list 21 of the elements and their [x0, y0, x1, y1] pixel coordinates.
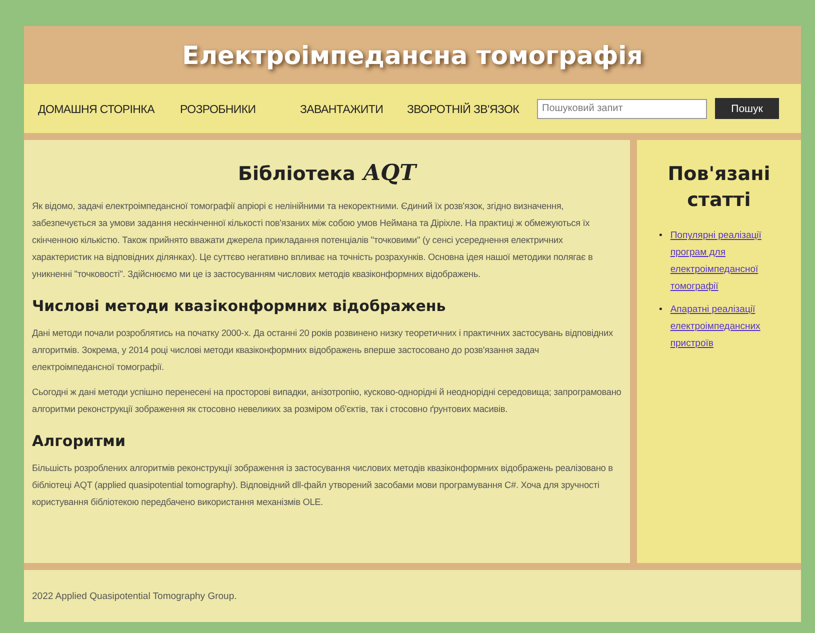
- logo-text: AQT: [363, 160, 416, 186]
- bullet-marker: •: [659, 229, 662, 244]
- paragraph: Більшість розроблених алгоритмів реконструкції зображення із застосування числових методів квазіконформних відображень реалізовано в бібліотеці AQT (applied quasipotential tomography). Відповідний dll-файл утворений засобами мови програмування C#. Хоча для зручності користування бібліотекою передбачено використання механізмів OLE.: [32, 462, 614, 509]
- footer-text: 2022 Applied Quasipotential Tomography Group.: [32, 590, 237, 602]
- nav-link[interactable]: ДОМАШНЯ СТОРІНКА: [38, 104, 154, 116]
- page-heading: Бібліотека: [238, 163, 356, 185]
- section-heading: Алгоритми: [32, 432, 126, 450]
- search-field[interactable]: Пошуковий запит: [537, 98, 707, 118]
- nav-link[interactable]: РОЗРОБНИКИ: [180, 104, 256, 116]
- article-link[interactable]: Апаратні реалізації електроімпедансних пристроїв: [670, 301, 793, 352]
- site-title: Електроімпедансна томографія: [182, 40, 643, 70]
- paragraph: Сьогодні ж дані методи успішно перенесені на просторові випадки, анізотропію, кусково-однорідні й неоднорідні середовища; запрограмовано алгоритми реконструкції зображення як стосовно невеликих за розміром об'єктів, так і стосовно ґрунтових масивів.: [32, 386, 622, 416]
- paragraph: Дані методи почали розроблятись на початку 2000-х. Да останні 20 років розвинено низку теоретичних і практичних застосувань відповідних алгоритмів. Зокрема, у 2014 році числові методи квазіконформних відображень вперше застосовано до розв'язання задач електроімпедансної томографії.: [32, 327, 614, 374]
- bullet-marker: •: [659, 303, 662, 318]
- nav-link[interactable]: ЗАВАНТАЖИТИ: [300, 104, 384, 116]
- nav-link[interactable]: ЗВОРОТНІЙ ЗВ'ЯЗОК: [407, 104, 520, 116]
- section-heading: Числові методи квазіконформних відображень: [32, 297, 447, 315]
- article-link[interactable]: Популярні реалізації програм для електроімпедансної томографії: [670, 227, 793, 296]
- sidebar-title: Пов'язані статті: [666, 162, 772, 213]
- search-button[interactable]: Пошук: [715, 98, 779, 119]
- intro-paragraph: Як відомо, задачі електроімпедансної томографії апріорі є нелінійними та некоректними. Єдиний їх розв'язок, згідно визначення, забезпечується за умови задання нескінченної кількості пов'язаних між собою умов Неймана та Діріхле. На практиці ж обмежуються їх скінченною кількістю. Також прийнято вважати джерела прикладання потенціалів "точковими" (у сенсі усереднення електричних характеристик на відповідних ділянках). Це суттєво негативно впливає на точність розрахунків. Основна ідея нашої методики полягає в уникненні "точковості". Здійснюємо ми це із застосуванням числових методів квазіконформних відображень.: [32, 200, 594, 281]
